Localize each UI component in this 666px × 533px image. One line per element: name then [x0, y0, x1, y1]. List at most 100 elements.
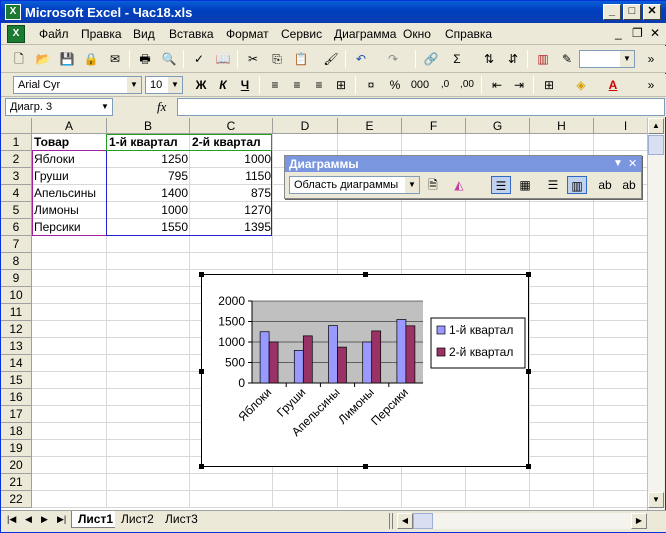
row-header[interactable]: 18	[1, 423, 32, 440]
close-button[interactable]: ✕	[643, 4, 661, 20]
angle-up-icon[interactable]: ab	[619, 176, 639, 194]
row-header[interactable]: 3	[1, 168, 32, 185]
tab-split-handle[interactable]	[389, 513, 393, 529]
sheet-tab-1[interactable]: Лист1	[71, 511, 121, 528]
row-header[interactable]: 22	[1, 491, 32, 508]
column-header[interactable]: I	[594, 118, 647, 134]
permission-icon[interactable]: 🔒	[81, 49, 101, 69]
menu-tools[interactable]: Сервис	[281, 27, 322, 41]
open-icon[interactable]: 📂	[33, 49, 53, 69]
row-header[interactable]: 7	[1, 236, 32, 253]
row-header[interactable]: 6	[1, 219, 32, 236]
align-right-icon[interactable]: ≡	[309, 75, 329, 95]
row-header[interactable]: 1	[1, 134, 32, 151]
hscroll-track[interactable]	[433, 513, 631, 529]
maximize-button[interactable]: □	[623, 4, 641, 20]
row-header[interactable]: 11	[1, 304, 32, 321]
save-icon[interactable]: 💾	[57, 49, 77, 69]
cut-icon[interactable]: ✂	[243, 49, 263, 69]
by-column-icon[interactable]: ▥	[567, 176, 587, 194]
chevron-down-icon[interactable]: ▼	[620, 51, 634, 67]
toolbar-options-icon[interactable]: »	[641, 49, 661, 69]
scroll-down-button[interactable]: ▼	[648, 492, 664, 508]
resize-handle[interactable]	[363, 464, 368, 469]
scroll-right-button[interactable]: ▶	[631, 513, 647, 529]
column-header[interactable]: C	[190, 118, 273, 134]
scroll-thumb[interactable]	[648, 135, 664, 155]
copy-icon[interactable]: ⎘	[267, 49, 287, 69]
spelling-icon[interactable]: ✓	[189, 49, 209, 69]
sheet-tab-2[interactable]: Лист2	[115, 511, 160, 528]
column-header[interactable]: H	[530, 118, 594, 134]
sort-descending-icon[interactable]: ⇵	[503, 49, 523, 69]
chevron-down-icon[interactable]: ▼	[405, 177, 419, 193]
column-header[interactable]: D	[273, 118, 338, 134]
menu-chart[interactable]: Диаграмма	[334, 27, 396, 41]
column-header[interactable]: E	[338, 118, 402, 134]
row-header[interactable]: 13	[1, 338, 32, 355]
underline-button[interactable]: Ч	[235, 75, 255, 95]
scroll-left-button[interactable]: ◀	[397, 513, 413, 529]
resize-handle[interactable]	[526, 464, 531, 469]
row-header[interactable]: 14	[1, 355, 32, 372]
chart-wizard-icon[interactable]: ▥	[533, 49, 553, 69]
resize-handle[interactable]	[363, 272, 368, 277]
research-icon[interactable]: 📖	[213, 49, 233, 69]
increase-decimal-icon[interactable]: ,0	[435, 75, 455, 95]
row-header[interactable]: 19	[1, 440, 32, 457]
legend-icon[interactable]: ☰	[491, 176, 511, 194]
scroll-up-button[interactable]: ▲	[648, 118, 664, 134]
by-row-icon[interactable]: ☰	[543, 176, 563, 194]
new-icon[interactable]: 🗋	[9, 49, 29, 69]
workbook-icon[interactable]: X	[7, 25, 25, 43]
row-header[interactable]: 12	[1, 321, 32, 338]
resize-handle[interactable]	[526, 369, 531, 374]
decrease-decimal-icon[interactable]: ,00	[457, 75, 477, 95]
last-sheet-icon[interactable]: ▶|	[57, 514, 66, 525]
formula-input[interactable]	[177, 98, 665, 116]
row-header[interactable]: 20	[1, 457, 32, 474]
header-cell[interactable]: Товар	[32, 134, 107, 151]
angle-down-icon[interactable]: ab	[595, 176, 615, 194]
column-header[interactable]: F	[402, 118, 466, 134]
row-header[interactable]: 9	[1, 270, 32, 287]
chart-area[interactable]: 0 500 1000 1500 2000 Яблоки Груши Апельсины Лимо…	[201, 274, 529, 467]
chevron-down-icon[interactable]: ▼	[168, 77, 182, 93]
first-sheet-icon[interactable]: |◀	[7, 514, 16, 525]
sort-ascending-icon[interactable]: ⇅	[479, 49, 499, 69]
doc-close-button[interactable]: ✕	[650, 26, 660, 40]
bold-button[interactable]: Ж	[191, 75, 211, 95]
close-icon[interactable]: ✕	[628, 156, 637, 172]
name-box[interactable]: Диагр. 3 ▼	[5, 98, 113, 116]
menu-window[interactable]: Окно	[403, 27, 431, 41]
doc-restore-button[interactable]: ❐	[632, 26, 643, 40]
row-header[interactable]: 16	[1, 389, 32, 406]
percent-button[interactable]: %	[385, 75, 405, 95]
redo-icon[interactable]: ↷	[383, 49, 403, 69]
chart-objects-combo[interactable]: Область диаграммы ▼	[289, 176, 420, 194]
print-preview-icon[interactable]: 🔍	[159, 49, 179, 69]
row-header[interactable]: 10	[1, 287, 32, 304]
decrease-indent-icon[interactable]: ⇤	[487, 75, 507, 95]
chart-type-icon[interactable]: ◭	[449, 176, 469, 194]
font-color-icon[interactable]: A	[603, 75, 623, 95]
chevron-down-icon[interactable]: ▼	[98, 99, 112, 115]
chevron-down-icon[interactable]: ▼	[613, 156, 623, 172]
column-header[interactable]: A	[32, 118, 107, 134]
row-header[interactable]: 17	[1, 406, 32, 423]
hyperlink-icon[interactable]: 🔗	[421, 49, 441, 69]
zoom-combo[interactable]: ▼	[579, 50, 635, 68]
row-header[interactable]: 15	[1, 372, 32, 389]
print-icon[interactable]: 🖶	[135, 49, 155, 69]
menu-insert[interactable]: Вставка	[169, 27, 214, 41]
resize-handle[interactable]	[199, 464, 204, 469]
thousands-button[interactable]: 000	[407, 75, 433, 95]
row-header[interactable]: 4	[1, 185, 32, 202]
font-size-combo[interactable]: 10 ▼	[145, 76, 183, 94]
increase-indent-icon[interactable]: ⇥	[509, 75, 529, 95]
toolbar-options-icon[interactable]: »	[641, 75, 661, 95]
chevron-down-icon[interactable]: ▼	[127, 77, 141, 93]
prev-sheet-icon[interactable]: ◀	[25, 514, 32, 525]
undo-icon[interactable]: ↶	[351, 49, 371, 69]
borders-icon[interactable]: ⊞	[539, 75, 559, 95]
